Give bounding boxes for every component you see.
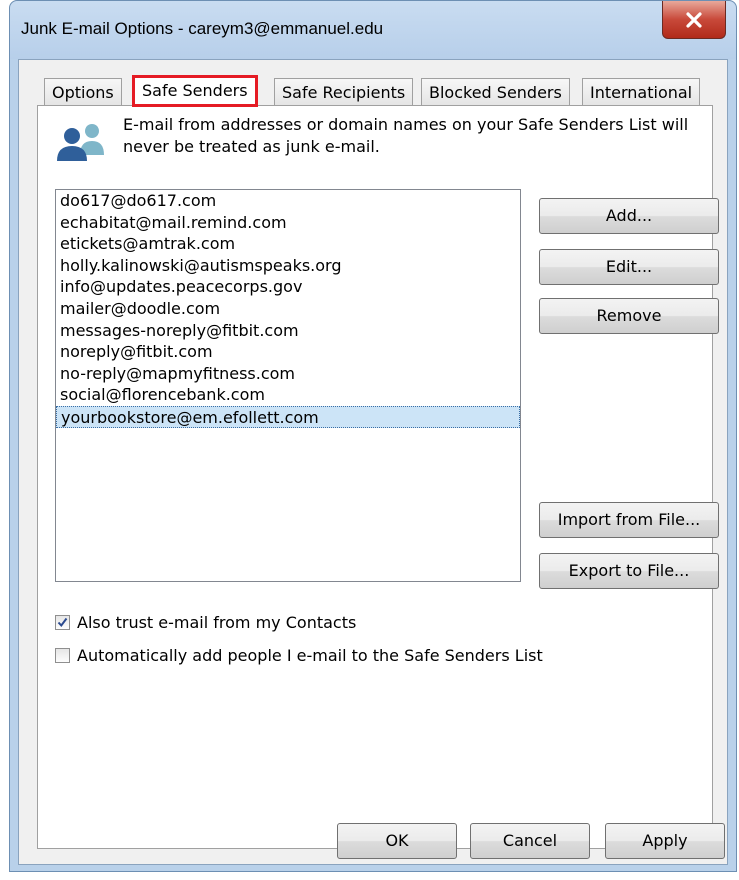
list-item[interactable]: echabitat@mail.remind.com — [56, 212, 520, 234]
trust-contacts-checkbox[interactable] — [55, 614, 70, 630]
tab-options[interactable]: Options — [44, 78, 122, 106]
title-bar[interactable]: Junk E-mail Options - careym3@emmanuel.e… — [10, 1, 736, 59]
safe-senders-panel: E-mail from addresses or domain names on… — [37, 105, 719, 849]
list-item[interactable]: social@florencebank.com — [56, 384, 520, 406]
list-item[interactable]: holly.kalinowski@autismspeaks.org — [56, 255, 520, 277]
auto-add-checkbox[interactable] — [55, 647, 70, 663]
auto-add-label[interactable]: Automatically add people I e-mail to the… — [77, 646, 543, 665]
tab-blocked-senders[interactable]: Blocked Senders — [421, 78, 570, 106]
trust-contacts-option[interactable]: Also trust e-mail from my Contacts — [55, 611, 356, 633]
list-item[interactable]: do617@do617.com — [56, 190, 520, 212]
list-item[interactable]: mailer@doodle.com — [56, 298, 520, 320]
checkmark-icon — [57, 617, 68, 627]
import-from-file-button[interactable]: Import from File... — [539, 502, 719, 538]
info-text: E-mail from addresses or domain names on… — [123, 115, 689, 156]
apply-button[interactable]: Apply — [605, 823, 725, 859]
people-icon — [57, 124, 104, 161]
junk-email-options-dialog: Junk E-mail Options - careym3@emmanuel.e… — [9, 0, 737, 872]
tab-international[interactable]: International — [582, 78, 701, 106]
tab-safe-recipients[interactable]: Safe Recipients — [274, 78, 414, 106]
export-to-file-button[interactable]: Export to File... — [539, 553, 719, 589]
tab-safe-senders[interactable]: Safe Senders — [132, 75, 258, 107]
remove-button[interactable]: Remove — [539, 298, 719, 334]
cancel-button[interactable]: Cancel — [470, 823, 590, 859]
trust-contacts-label[interactable]: Also trust e-mail from my Contacts — [77, 613, 356, 632]
list-item[interactable]: noreply@fitbit.com — [56, 341, 520, 363]
add-button[interactable]: Add... — [539, 198, 719, 234]
edit-button[interactable]: Edit... — [539, 249, 719, 285]
ok-button[interactable]: OK — [337, 823, 457, 859]
list-item[interactable]: info@updates.peacecorps.gov — [56, 276, 520, 298]
auto-add-option[interactable]: Automatically add people I e-mail to the… — [55, 644, 543, 666]
list-item[interactable]: etickets@amtrak.com — [56, 233, 520, 255]
list-item-selected[interactable]: yourbookstore@em.efollett.com — [56, 405, 520, 428]
close-button[interactable] — [662, 1, 726, 39]
dialog-body: Options Safe Senders Safe Recipients Blo… — [18, 59, 728, 865]
close-x-icon — [686, 11, 702, 28]
window-title: Junk E-mail Options - careym3@emmanuel.e… — [21, 19, 384, 38]
list-item[interactable]: no-reply@mapmyfitness.com — [56, 363, 520, 385]
safe-senders-list[interactable]: do617@do617.com echabitat@mail.remind.co… — [55, 189, 521, 582]
list-item[interactable]: messages-noreply@fitbit.com — [56, 320, 520, 342]
